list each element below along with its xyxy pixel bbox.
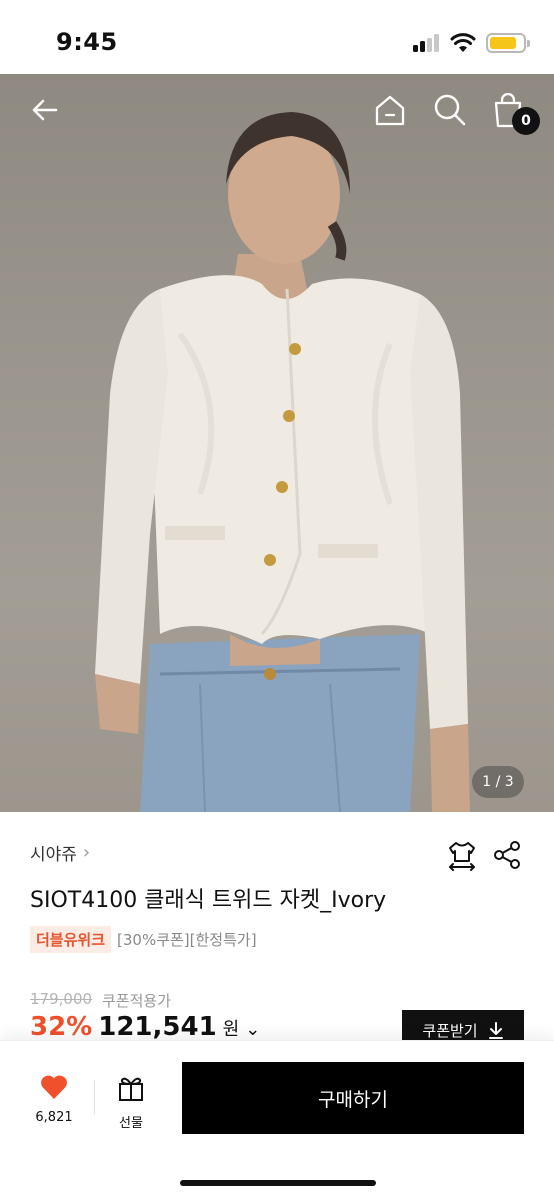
wifi-icon xyxy=(450,33,476,52)
gift-button[interactable]: 선물 xyxy=(108,1074,154,1131)
gallery-page-indicator: 1 / 3 xyxy=(472,766,524,798)
home-icon xyxy=(375,95,405,126)
search-icon xyxy=(434,94,466,126)
product-image-gallery[interactable] xyxy=(0,74,554,812)
brand-link[interactable]: 시야쥬 › xyxy=(30,840,90,865)
back-button[interactable] xyxy=(24,90,64,130)
promo-badge: 더블유위크 xyxy=(30,926,112,953)
promo-row: 더블유위크 [30%쿠폰][한정특가] xyxy=(30,926,257,953)
buy-button[interactable]: 구매하기 xyxy=(182,1062,524,1134)
chevron-down-icon[interactable]: ⌄ xyxy=(245,1019,260,1040)
original-price-row: 179,000 쿠폰적용가 xyxy=(30,990,171,1011)
coupon-price-label: 쿠폰적용가 xyxy=(102,992,172,1010)
like-count: 6,821 xyxy=(35,1110,73,1125)
download-icon xyxy=(488,1022,503,1039)
brand-name: 시야쥬 xyxy=(30,845,77,865)
clothes-fitting-icon xyxy=(449,842,475,871)
gift-icon xyxy=(119,1077,143,1101)
product-photo xyxy=(95,112,470,812)
cart-count-badge: 0 xyxy=(512,107,540,135)
currency-label: 원 xyxy=(222,1019,240,1040)
battery-icon xyxy=(486,33,530,53)
status-time: 9:45 xyxy=(56,28,118,56)
discount-rate: 32% xyxy=(30,1012,93,1042)
gift-label: 선물 xyxy=(119,1116,143,1131)
original-price: 179,000 xyxy=(30,990,93,1008)
search-button[interactable] xyxy=(430,90,470,130)
price-row[interactable]: 32% 121,541 원 ⌄ xyxy=(30,1012,260,1042)
arrow-left-icon xyxy=(32,99,58,121)
coupon-button-label: 쿠폰받기 xyxy=(422,1021,478,1040)
fitting-button[interactable] xyxy=(445,838,479,872)
home-button[interactable] xyxy=(370,90,410,130)
share-icon xyxy=(494,841,520,869)
product-title: SIOT4100 클래식 트위드 자켓_Ivory xyxy=(30,888,387,913)
chevron-right-icon: › xyxy=(82,842,91,863)
home-indicator xyxy=(180,1180,376,1186)
like-button[interactable]: 6,821 xyxy=(28,1074,80,1125)
share-button[interactable] xyxy=(490,838,524,872)
cellular-signal-icon xyxy=(413,34,441,52)
divider xyxy=(94,1080,95,1114)
sale-price: 121,541 xyxy=(98,1012,217,1042)
status-bar: 9:45 xyxy=(0,0,554,74)
heart-icon xyxy=(41,1075,67,1099)
promo-tags: [30%쿠폰][한정특가] xyxy=(117,931,257,949)
